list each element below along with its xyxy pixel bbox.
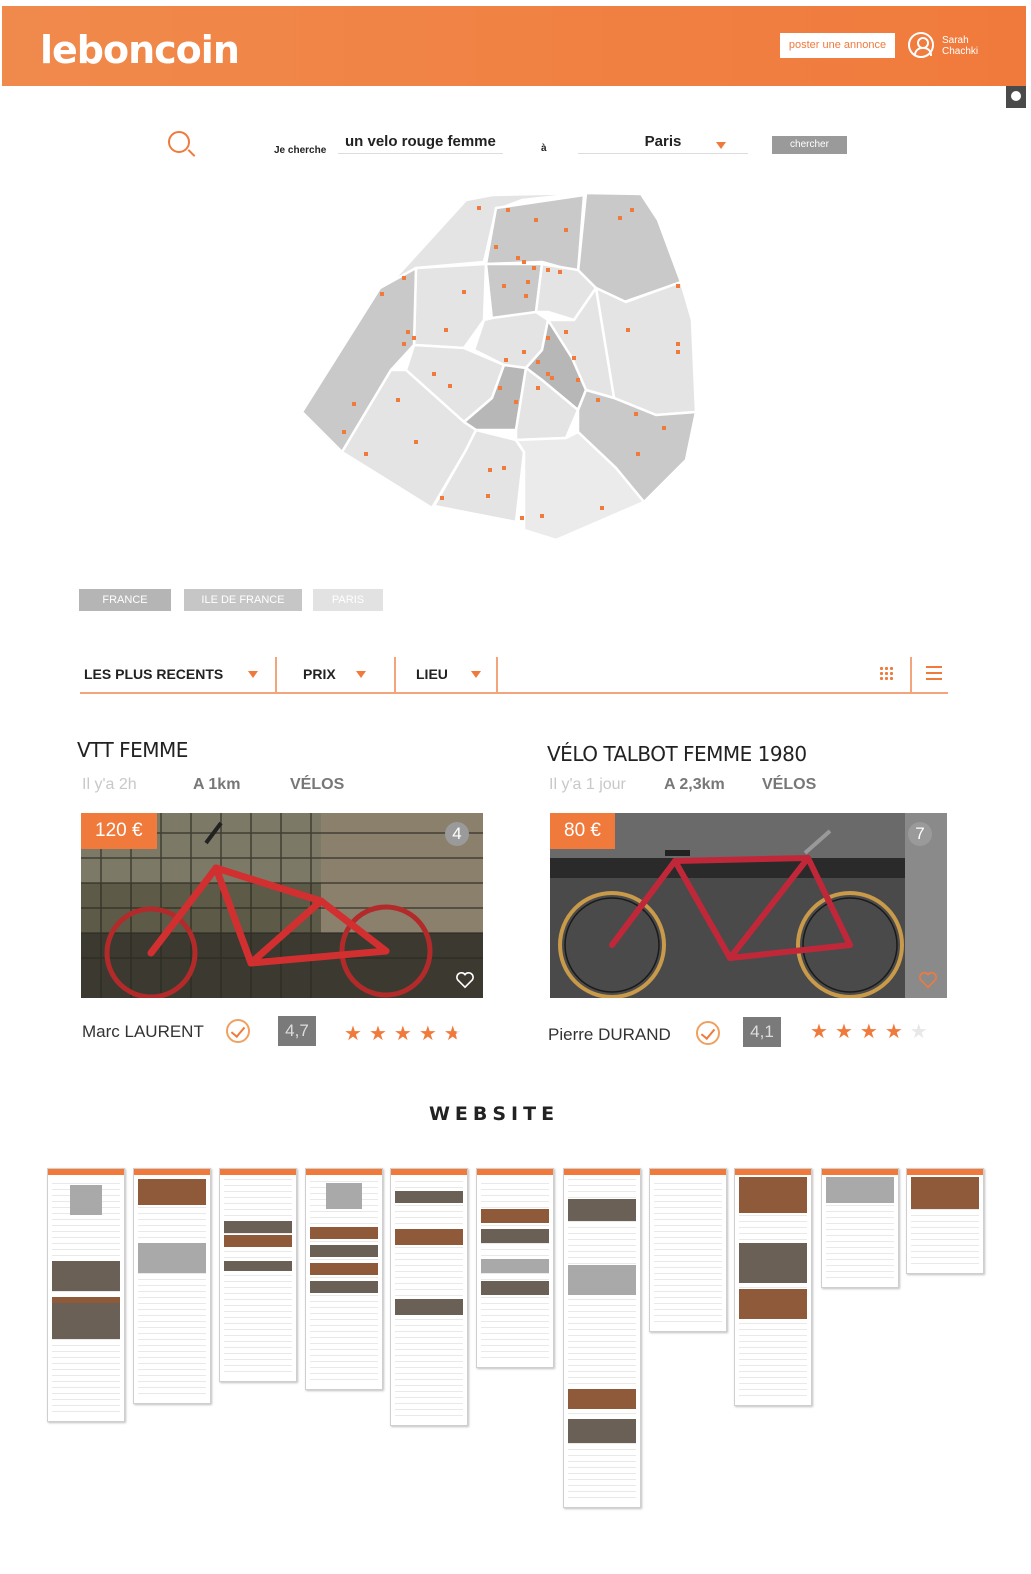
grid-view-icon[interactable] [879,666,893,680]
breadcrumb-paris[interactable]: PARIS [313,589,383,611]
photo-count-badge: 4 [445,822,469,846]
star-icon: ★ [393,1023,419,1045]
page-thumbnail[interactable] [476,1168,554,1368]
rating-score: 4,7 [278,1016,316,1046]
listing-distance: A 1km [193,776,241,793]
star-icon: ★ [859,1021,885,1043]
listing-photo[interactable]: 120 € 4 [81,813,483,998]
logo[interactable]: leboncoin [40,28,240,72]
chevron-down-icon[interactable] [716,142,726,149]
page-thumbnail[interactable] [133,1168,211,1404]
location-label: à [541,143,547,154]
chevron-down-icon[interactable] [471,671,481,678]
rating-score: 4,1 [743,1017,781,1047]
star-icon: ★ [418,1023,444,1045]
map-district [412,262,488,350]
user-avatar-icon[interactable] [908,32,934,58]
listing-distance: A 2,3km [664,776,725,793]
query-label: Je cherche [274,145,327,156]
star-empty-icon: ★ [909,1021,935,1043]
user-name: Sarah Chachki [942,35,979,57]
listing-age: Il y'a 2h [82,776,137,793]
heart-icon[interactable] [919,971,937,989]
page-thumbnail[interactable] [734,1168,812,1406]
page-thumbnail[interactable] [649,1168,727,1332]
divider [496,657,498,693]
page-thumbnail[interactable] [821,1168,899,1288]
star-icon: ★ [810,1021,835,1043]
section-title: WEBSITE [428,1103,560,1125]
page-thumbnail[interactable] [390,1168,468,1426]
post-ad-button[interactable]: poster une annonce [780,33,895,58]
rating-stars: ★★★★★ [810,1019,935,1043]
star-icon: ★ [834,1021,860,1043]
page-thumbnail[interactable] [219,1168,297,1382]
listing-category: VÉLOS [762,776,817,793]
listing-price: 80 € [550,813,615,849]
search-icon[interactable] [168,131,190,153]
seller-name[interactable]: Marc LAURENT [82,1022,204,1042]
page-thumbnail[interactable] [305,1168,383,1390]
map-district [484,193,586,274]
paris-map[interactable] [296,190,706,545]
chat-icon[interactable] [1006,86,1026,108]
listing-category: VÉLOS [290,776,345,793]
chevron-down-icon[interactable] [356,671,366,678]
listing-title[interactable]: VTT FEMME [77,738,188,762]
rating-stars: ★★★★★ [344,1021,469,1045]
star-icon: ★ [344,1023,369,1045]
top-header: leboncoin poster une annonce Sarah Chach… [2,6,1026,86]
chevron-down-icon[interactable] [248,671,258,678]
page-thumbnail[interactable] [563,1168,641,1508]
filter-most-recent[interactable]: LES PLUS RECENTS [84,657,223,692]
divider [394,657,396,693]
listing-title[interactable]: VÉLO TALBOT FEMME 1980 [547,742,807,766]
listing-photo[interactable]: 80 € 7 [550,813,947,998]
breadcrumb-ile-de-france[interactable]: ILE DE FRANCE [184,589,302,611]
star-icon: ★ [368,1023,394,1045]
photo-count-badge: 7 [908,822,932,846]
divider [275,657,277,693]
list-view-icon[interactable] [926,666,942,680]
verified-check-icon [696,1021,720,1045]
heart-icon[interactable] [456,971,474,989]
seller-name[interactable]: Pierre DURAND [548,1025,671,1045]
page-thumbnail[interactable] [906,1168,984,1274]
listing-age: Il y'a 1 jour [549,776,626,793]
star-half-icon: ★ [443,1023,469,1045]
search-input[interactable]: un velo rouge femme [338,133,503,154]
search-button[interactable]: chercher [772,136,847,154]
star-icon: ★ [884,1021,910,1043]
listing-price: 120 € [81,813,157,849]
page-thumbnail[interactable] [47,1168,125,1422]
filter-bar: LES PLUS RECENTS PRIX LIEU [80,657,948,694]
breadcrumb-france[interactable]: FRANCE [79,589,171,611]
verified-check-icon [226,1019,250,1043]
filter-price[interactable]: PRIX [303,657,336,692]
divider [910,657,912,693]
filter-location[interactable]: LIEU [416,657,448,692]
